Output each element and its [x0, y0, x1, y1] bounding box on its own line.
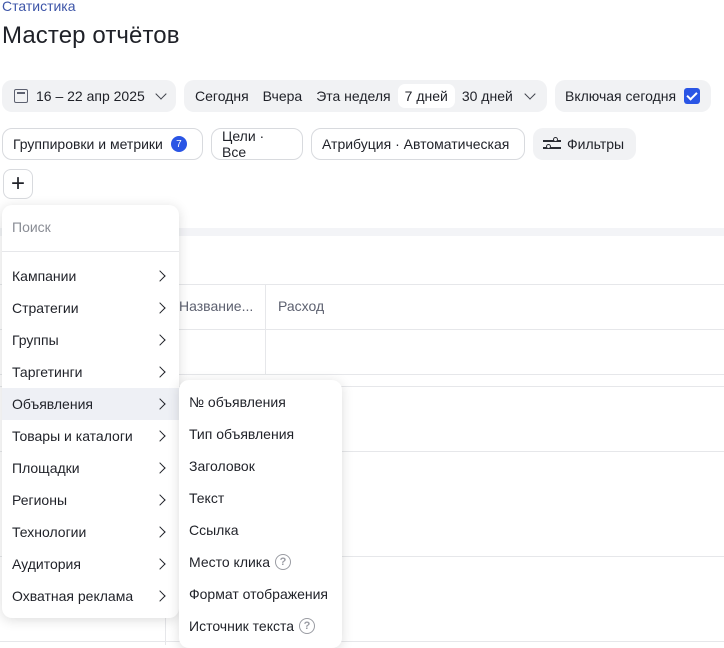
- chevron-down-icon: [155, 88, 167, 100]
- menu-item-ads[interactable]: Объявления: [2, 388, 179, 420]
- period-today[interactable]: Сегодня: [188, 84, 256, 108]
- goals-label: Цели · Все: [222, 128, 265, 160]
- submenu-item-click-place[interactable]: Место клика?: [179, 546, 342, 578]
- menu-item-audience[interactable]: Аудитория: [2, 548, 179, 580]
- search-input[interactable]: Поиск: [12, 219, 51, 235]
- period-yesterday[interactable]: Вчера: [256, 84, 310, 108]
- filters-label: Фильтры: [567, 136, 625, 152]
- groupings-metrics-button[interactable]: Группировки и метрики 7: [2, 128, 203, 160]
- submenu-item-label: Текст: [189, 490, 225, 506]
- menu-item-products-catalogs[interactable]: Товары и каталоги: [2, 420, 179, 452]
- menu-item-campaigns[interactable]: Кампании: [2, 260, 179, 292]
- add-button[interactable]: +: [3, 169, 33, 199]
- menu-item-label: Охватная реклама: [12, 588, 134, 604]
- menu-item-label: Группы: [12, 332, 59, 348]
- period-7-days[interactable]: 7 дней: [397, 84, 455, 108]
- menu-item-label: Стратегии: [12, 300, 79, 316]
- attribution-button[interactable]: Атрибуция · Автоматическая: [311, 128, 525, 160]
- menu-item-reach-ads[interactable]: Охватная реклама: [2, 580, 179, 612]
- submenu-item-label: Источник текста: [189, 618, 295, 634]
- attribution-label: Атрибуция · Автоматическая: [322, 136, 510, 152]
- menu-item-strategies[interactable]: Стратегии: [2, 292, 179, 324]
- filters-button[interactable]: Фильтры: [533, 128, 636, 160]
- chevron-down-icon[interactable]: [524, 88, 536, 100]
- submenu-item-ad-number[interactable]: № объявления: [179, 386, 342, 418]
- menu-item-label: Кампании: [12, 268, 77, 284]
- help-icon[interactable]: ?: [299, 618, 316, 634]
- submenu-item-link[interactable]: Ссылка: [179, 514, 342, 546]
- include-today-label: Включая сегодня: [565, 88, 677, 104]
- chevron-right-icon: [154, 494, 166, 506]
- menu-item-label: Таргетинги: [12, 364, 83, 380]
- submenu-item-label: Место клика: [189, 554, 271, 570]
- groupings-dropdown: Поиск Кампании Стратегии Группы Таргетин…: [2, 205, 179, 618]
- menu-item-label: Регионы: [12, 492, 68, 508]
- submenu-item-text-source[interactable]: Источник текста?: [179, 610, 342, 642]
- submenu-item-headline[interactable]: Заголовок: [179, 450, 342, 482]
- submenu-item-display-format[interactable]: Формат отображения: [179, 578, 342, 610]
- chevron-right-icon: [154, 270, 166, 282]
- menu-item-placements[interactable]: Площадки: [2, 452, 179, 484]
- menu-item-regions[interactable]: Регионы: [2, 484, 179, 516]
- sliders-icon: [543, 137, 561, 151]
- submenu-item-text[interactable]: Текст: [179, 482, 342, 514]
- chevron-right-icon: [154, 462, 166, 474]
- menu-item-label: Площадки: [12, 460, 80, 476]
- table-divider: [0, 641, 724, 642]
- ads-submenu: № объявления Тип объявления Заголовок Те…: [179, 380, 342, 648]
- submenu-item-label: Формат отображения: [189, 586, 329, 602]
- chevron-right-icon: [154, 430, 166, 442]
- period-selector: Сегодня Вчера Эта неделя 7 дней 30 дней: [184, 80, 547, 112]
- menu-item-label: Технологии: [12, 524, 87, 540]
- include-today-toggle[interactable]: Включая сегодня: [555, 80, 711, 112]
- chevron-right-icon: [154, 558, 166, 570]
- breadcrumb[interactable]: Статистика: [2, 0, 76, 14]
- menu-item-technologies[interactable]: Технологии: [2, 516, 179, 548]
- chevron-right-icon: [154, 302, 166, 314]
- page-title: Мастер отчётов: [2, 22, 180, 49]
- period-this-week[interactable]: Эта неделя: [309, 84, 397, 108]
- chevron-right-icon: [154, 526, 166, 538]
- column-header-name[interactable]: Название...: [179, 298, 253, 314]
- submenu-item-ad-type[interactable]: Тип объявления: [179, 418, 342, 450]
- goals-button[interactable]: Цели · Все: [211, 128, 303, 160]
- submenu-item-label: Заголовок: [189, 458, 255, 474]
- menu-separator: [2, 251, 179, 252]
- column-header-spend[interactable]: Расход: [278, 298, 324, 314]
- help-icon[interactable]: ?: [275, 554, 292, 570]
- chevron-right-icon: [154, 334, 166, 346]
- groupings-count-badge: 7: [170, 136, 187, 152]
- chevron-right-icon: [154, 366, 166, 378]
- date-range-label: 16 – 22 апр 2025: [36, 88, 145, 104]
- menu-item-label: Объявления: [12, 396, 93, 412]
- chevron-right-icon: [154, 398, 166, 410]
- period-30-days[interactable]: 30 дней: [455, 84, 520, 108]
- chevron-right-icon: [154, 590, 166, 602]
- menu-item-label: Аудитория: [12, 556, 81, 572]
- submenu-item-label: Тип объявления: [189, 426, 295, 442]
- date-range-picker[interactable]: 16 – 22 апр 2025: [2, 80, 176, 112]
- menu-item-targetings[interactable]: Таргетинги: [2, 356, 179, 388]
- table-column-divider: [265, 285, 266, 374]
- submenu-item-label: Ссылка: [189, 522, 239, 538]
- calendar-icon: [14, 89, 28, 103]
- menu-item-groups[interactable]: Группы: [2, 324, 179, 356]
- menu-item-label: Товары и каталоги: [12, 428, 133, 444]
- submenu-item-label: № объявления: [189, 394, 286, 410]
- include-today-checkbox[interactable]: [684, 88, 701, 104]
- groupings-metrics-label: Группировки и метрики: [13, 136, 163, 152]
